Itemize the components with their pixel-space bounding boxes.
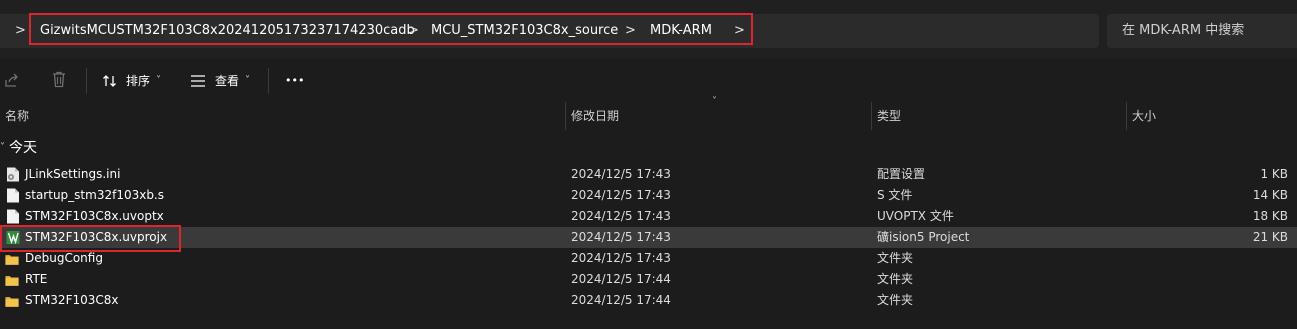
view-icon [191, 75, 205, 87]
file-name: startup_stm32f103xb.s [25, 188, 165, 202]
file-row[interactable]: startup_stm32f103xb.s 2024/12/5 17:43 S … [0, 185, 1297, 206]
column-divider[interactable] [871, 102, 872, 130]
toolbar-divider [86, 68, 87, 94]
file-icon [7, 188, 19, 203]
folder-name: STM32F103C8x [25, 293, 119, 307]
file-name: JLinkSettings.ini [25, 167, 121, 181]
folder-type: 文件夹 [877, 293, 914, 307]
folder-modified: 2024/12/5 17:43 [571, 251, 671, 265]
sort-button[interactable]: 排序 ˅ [102, 67, 166, 95]
file-row[interactable]: STM32F103C8x.uvoptx 2024/12/5 17:43 UVOP… [0, 206, 1297, 227]
folder-modified: 2024/12/5 17:44 [571, 293, 671, 307]
view-label: 查看 [215, 74, 240, 88]
file-size: 1 KB [1260, 167, 1288, 181]
column-header-name[interactable]: 名称 [5, 102, 29, 130]
folder-name: DebugConfig [25, 251, 103, 265]
folder-row[interactable]: STM32F103C8x 2024/12/5 17:44 文件夹 [0, 290, 1297, 311]
file-type: 配置设置 [877, 167, 926, 181]
file-icon [7, 209, 19, 224]
file-type: UVOPTX 文件 [877, 209, 954, 223]
column-divider[interactable] [1126, 102, 1127, 130]
folder-icon [5, 276, 19, 286]
highlight-annotation-breadcrumb [29, 13, 753, 45]
column-header-row: 名称 ˅ 修改日期 类型 大小 [0, 96, 1297, 130]
column-divider[interactable] [565, 102, 566, 130]
file-size: 21 KB [1252, 230, 1288, 244]
sort-descending-icon: ˅ [712, 96, 717, 107]
file-name: STM32F103C8x.uvoptx [25, 209, 164, 223]
folder-type: 文件夹 [877, 251, 914, 265]
ini-file-icon [7, 167, 19, 182]
file-modified: 2024/12/5 17:43 [571, 209, 671, 223]
folder-row[interactable]: DebugConfig 2024/12/5 17:43 文件夹 [0, 248, 1297, 269]
group-label: 今天 [9, 140, 37, 156]
file-size: 14 KB [1252, 188, 1288, 202]
chevron-down-icon: ˅ [156, 75, 161, 86]
column-header-size[interactable]: 大小 [1132, 102, 1156, 130]
folder-name: RTE [25, 272, 48, 286]
file-type: S 文件 [877, 188, 913, 202]
sort-label: 排序 [126, 74, 151, 88]
share-icon[interactable] [4, 72, 20, 88]
toolbar-divider [268, 68, 269, 94]
folder-icon [5, 297, 19, 307]
file-modified: 2024/12/5 17:43 [571, 188, 671, 202]
file-size: 18 KB [1252, 209, 1288, 223]
column-header-type[interactable]: 类型 [877, 102, 901, 130]
address-bar-region: > GizwitsMCUSTM32F103C8x2024120517323717… [0, 0, 1297, 60]
sort-icon [103, 75, 116, 87]
delete-icon[interactable] [51, 71, 67, 88]
file-modified: 2024/12/5 17:43 [571, 167, 671, 181]
folder-type: 文件夹 [877, 272, 914, 286]
command-bar: 排序 ˅ 查看 ˅ ••• [0, 59, 1297, 102]
file-type: 礦ision5 Project [877, 230, 970, 244]
chevron-down-icon: ˅ [0, 142, 5, 153]
folder-modified: 2024/12/5 17:44 [571, 272, 671, 286]
breadcrumb-root-chevron-icon[interactable]: > [15, 14, 26, 48]
column-header-modified[interactable]: 修改日期 [571, 102, 619, 130]
search-input[interactable]: 在 MDK-ARM 中搜索 [1107, 14, 1297, 48]
chevron-down-icon: ˅ [245, 75, 250, 86]
file-modified: 2024/12/5 17:43 [571, 230, 671, 244]
folder-row[interactable]: RTE 2024/12/5 17:44 文件夹 [0, 269, 1297, 290]
view-button[interactable]: 查看 ˅ [190, 67, 254, 95]
more-options-icon[interactable]: ••• [285, 67, 304, 95]
file-row[interactable]: JLinkSettings.ini 2024/12/5 17:43 配置设置 1… [0, 164, 1297, 185]
file-row-selected[interactable]: STM32F103C8x.uvprojx 2024/12/5 17:43 礦is… [0, 227, 1297, 248]
folder-icon [5, 255, 19, 265]
